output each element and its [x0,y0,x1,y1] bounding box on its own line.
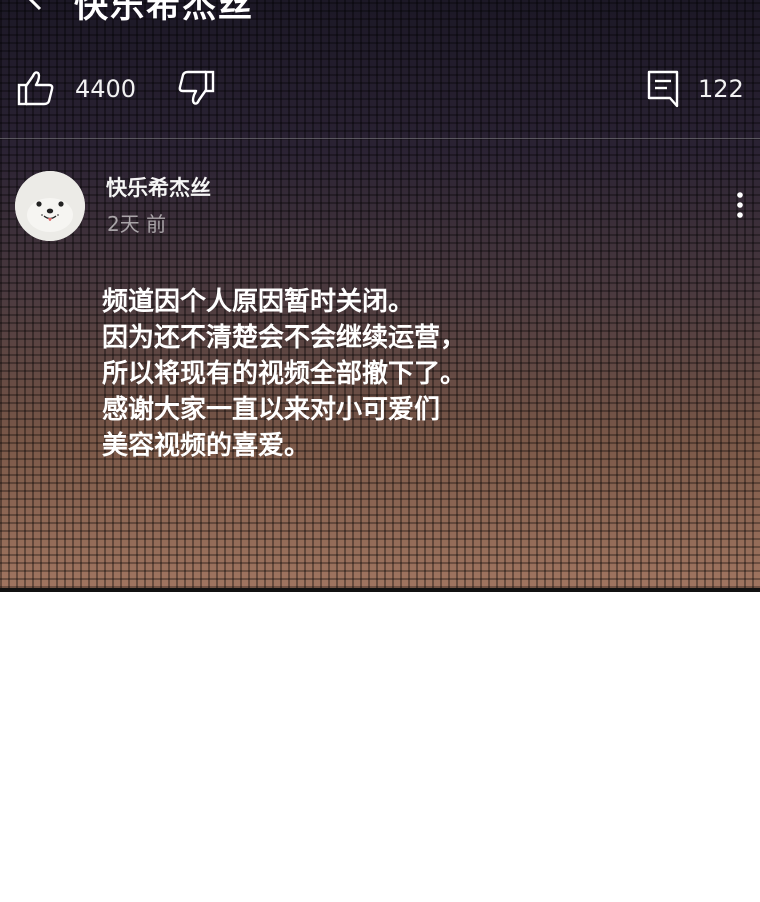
seal-avatar-icon [15,171,85,241]
thumbs-down-icon[interactable] [176,68,216,108]
back-arrow-icon[interactable] [22,0,48,12]
post-line: 因为还不清楚会不会继续运营， [102,323,467,353]
post-line: 感谢大家一直以来对小可爱们 [102,395,441,425]
post-line: 美容视频的喜爱。 [102,431,311,461]
post-body: 频道因个人原因暂时关闭。 因为还不清楚会不会继续运营， 所以将现有的视频全部撤下… [102,284,466,464]
avatar[interactable] [15,171,85,241]
post-line: 频道因个人原因暂时关闭。 [102,287,415,317]
title-bar: 快乐希杰丝 [0,0,760,26]
comment-icon[interactable] [644,68,684,108]
thumbs-up-icon[interactable] [16,68,56,108]
phone-screen: 快乐希杰丝 4400 122 快乐希杰丝 2天 前 频道因个人原因暂时关闭。 因… [0,0,760,592]
divider [0,138,760,139]
action-row: 4400 122 [0,64,760,114]
like-count: 4400 [75,75,137,103]
more-options-icon[interactable] [732,190,748,224]
post-time: 2天 前 [107,212,167,236]
post-line: 所以将现有的视频全部撤下了。 [102,359,467,389]
author-name[interactable]: 快乐希杰丝 [106,172,211,202]
comment-count: 122 [698,75,744,103]
channel-title: 快乐希杰丝 [74,0,254,26]
